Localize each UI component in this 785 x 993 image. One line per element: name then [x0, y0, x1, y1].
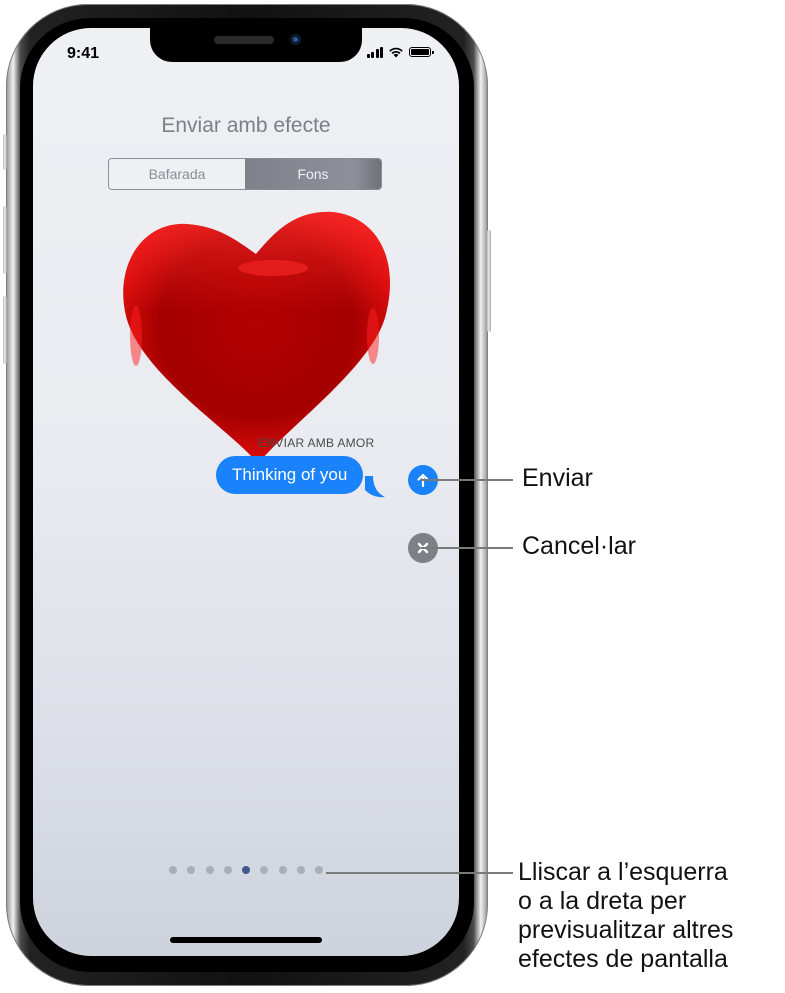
page-dot[interactable] — [223, 866, 232, 874]
page-dot[interactable] — [187, 866, 196, 874]
message-text: Thinking of you — [232, 465, 348, 484]
swipe-callout-line — [326, 872, 513, 874]
status-time: 9:41 — [67, 45, 100, 62]
cancel-callout: Cancel·lar — [522, 532, 636, 560]
swipe-callout-line-2: o a la dreta per — [518, 887, 687, 915]
effect-name-label: ENVIAR AMB AMOR — [258, 436, 375, 450]
page-indicator[interactable] — [169, 866, 324, 874]
message-bubble-tail — [365, 476, 385, 498]
effect-type-segmented-control[interactable]: Bafarada Fons — [108, 158, 382, 190]
segment-screen[interactable]: Fons — [245, 159, 381, 189]
battery-icon — [409, 47, 434, 57]
page-dot[interactable] — [315, 866, 324, 874]
page-dot[interactable] — [169, 866, 177, 874]
page-dot[interactable] — [278, 866, 287, 874]
swipe-callout-line-4: efectes de pantalla — [518, 945, 728, 973]
screen-title: Enviar amb efecte — [161, 114, 331, 137]
status-icons — [366, 46, 434, 58]
swipe-callout: Lliscar a l’esquerra o a la dreta per pr… — [518, 858, 733, 974]
wifi-icon — [389, 47, 403, 58]
front-camera — [290, 34, 301, 45]
segment-bubble[interactable]: Bafarada — [109, 159, 245, 189]
page-dot[interactable] — [297, 866, 306, 874]
volume-down-button — [3, 296, 7, 364]
phone-screen: 9:41 Enviar amb efecte Bafarada Fons ENV… — [33, 28, 459, 956]
send-callout: Enviar — [522, 464, 593, 492]
swipe-callout-line-3: previsualitzar altres — [518, 916, 734, 944]
page-dot-active[interactable] — [242, 866, 251, 874]
send-callout-line — [421, 479, 513, 481]
volume-up-button — [3, 206, 7, 274]
swipe-callout-line-1: Lliscar a l’esquerra — [518, 858, 728, 886]
action-button — [3, 134, 7, 170]
notch — [150, 28, 362, 62]
home-indicator[interactable] — [170, 937, 322, 943]
cellular-signal-icon — [366, 46, 383, 58]
message-bubble: Thinking of you — [216, 456, 364, 494]
cancel-callout-line — [421, 547, 513, 549]
side-button — [487, 230, 491, 332]
heart-effect-animation — [123, 211, 390, 464]
page-dot[interactable] — [260, 866, 269, 874]
page-dot[interactable] — [205, 866, 214, 874]
speaker-grille — [214, 36, 274, 44]
